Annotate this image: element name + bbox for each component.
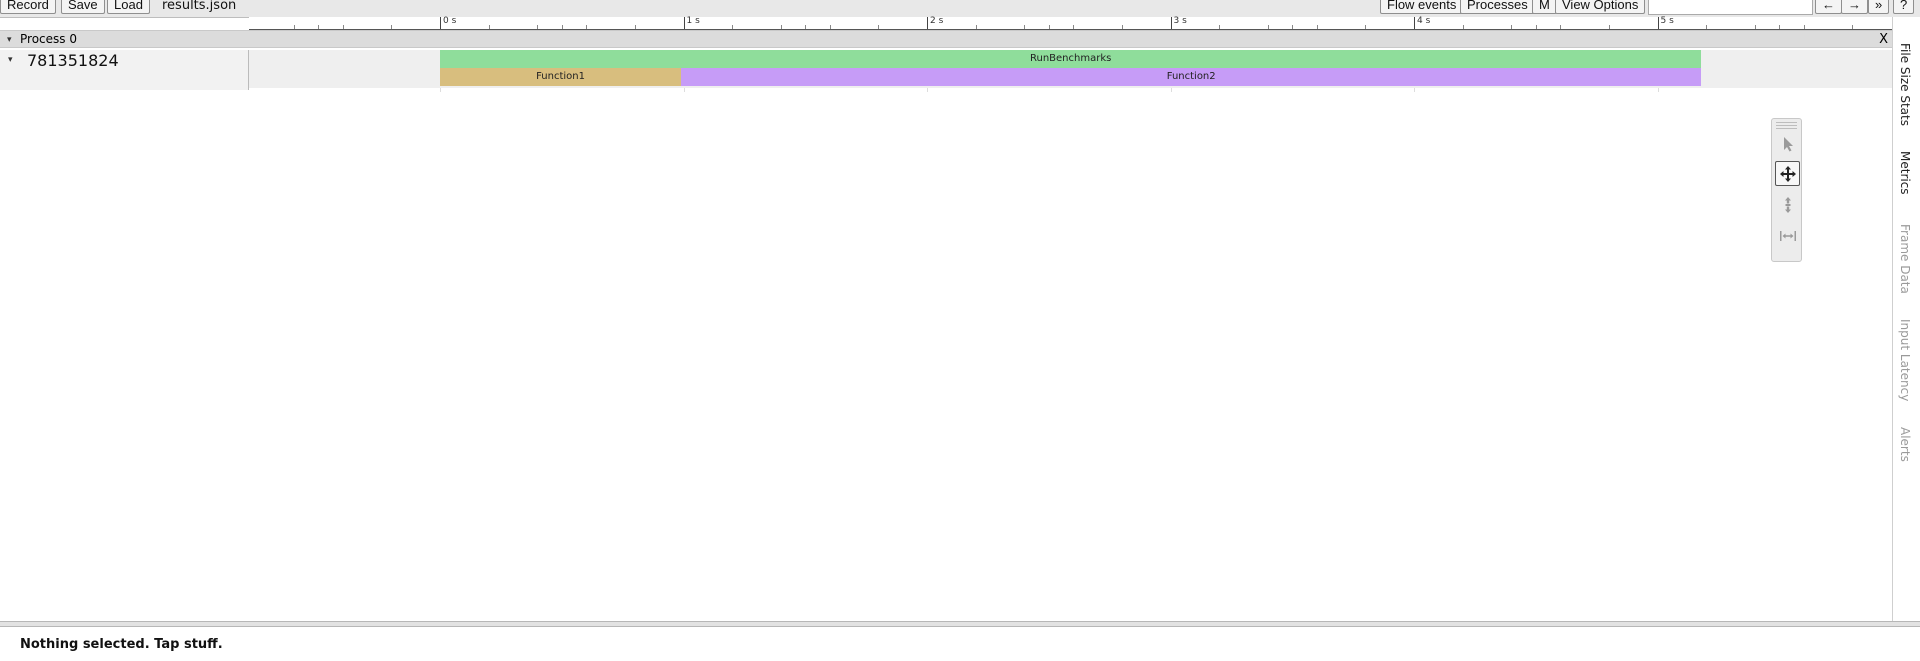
major-tick [1414,17,1415,29]
minor-tick [293,25,295,29]
minor-tick [1267,25,1269,29]
grid-line [683,88,685,92]
process-title: Process 0 [20,32,77,46]
minor-tick [975,25,977,29]
find-input[interactable] [1648,0,1813,15]
minor-tick [805,25,807,29]
minor-tick [342,25,344,29]
time-ruler[interactable]: 0 s 1 s 2 s 3 s 4 s 5 s [249,16,1892,30]
tab-frame-data[interactable]: Frame Data [1898,224,1912,294]
grid-line [927,88,928,92]
mouse-mode-selector [1771,118,1802,262]
grid-line [440,88,441,92]
ruler-tick-label: 1 s [686,16,700,26]
pan-mode-button[interactable] [1775,161,1800,186]
slice-function1[interactable]: Function1 [440,68,682,86]
minor-tick [1365,25,1367,29]
zoom-icon [1784,196,1791,213]
process-header[interactable]: ▾ Process 0 X [0,30,1892,48]
minor-tick [780,25,782,29]
minor-tick [634,25,636,29]
minor-tick [1292,25,1294,29]
minor-tick [1073,25,1075,29]
thread-label[interactable]: ▾ 781351824 [0,50,249,90]
processes-button[interactable]: Processes [1460,0,1535,14]
minor-tick [1219,25,1221,29]
tab-file-size-stats[interactable]: File Size Stats [1898,43,1912,126]
minor-tick [488,25,490,29]
tab-alerts[interactable]: Alerts [1898,427,1912,462]
find-previous-button[interactable]: ← [1815,0,1842,14]
slice-function2[interactable]: Function2 [681,68,1702,86]
minor-tick [1803,25,1805,29]
toolbar: Record Save Load results.json Flow event… [0,0,1920,18]
drag-handle[interactable] [1776,122,1797,130]
tab-metrics[interactable]: Metrics [1898,151,1912,195]
find-next-button[interactable]: → [1841,0,1868,14]
collapse-triangle-icon[interactable]: ▾ [8,55,13,65]
minor-tick [1754,25,1756,29]
save-button[interactable]: Save [61,0,105,14]
thread-id: 781351824 [27,51,119,70]
major-tick [440,17,441,29]
minor-tick [1535,25,1537,29]
flow-events-button[interactable]: Flow events [1380,0,1464,14]
minor-tick [391,25,393,29]
thread-slices-area[interactable]: RunBenchmarks Function1 Function2 [249,50,1892,88]
timing-icon [1779,230,1796,241]
minor-tick [1560,25,1562,29]
minor-tick [732,25,734,29]
view-options-button[interactable]: View Options [1555,0,1646,14]
minor-tick [1121,25,1123,29]
status-bar: Nothing selected. Tap stuff. [0,627,1920,661]
expand-toolbar-button[interactable]: » [1868,0,1890,14]
minor-tick [1048,25,1050,29]
minor-tick [1511,25,1513,29]
minor-tick [318,25,320,29]
major-tick [1170,17,1172,29]
grid-line [1657,88,1659,92]
minor-tick [1608,25,1610,29]
selection-status-text: Nothing selected. Tap stuff. [20,637,223,652]
minor-tick [586,25,588,29]
timing-mode-button[interactable] [1775,223,1800,248]
zoom-mode-button[interactable] [1775,192,1800,217]
thread-track: ▾ 781351824 RunBenchmarks Function1 Functi… [0,50,1892,90]
collapse-triangle-icon[interactable]: ▾ [7,32,12,48]
load-button[interactable]: Load [107,0,150,14]
minor-tick [561,25,563,29]
grid-line [1170,88,1172,92]
metadata-button[interactable]: M [1532,0,1557,14]
minor-tick [829,25,831,29]
selection-mode-button[interactable] [1775,131,1800,156]
minor-tick [537,25,539,29]
major-tick [683,17,685,29]
minor-tick [1779,25,1781,29]
side-panel-tabs: File Size Stats Metrics Frame Data Input… [1892,17,1920,623]
slice-runbenchmarks[interactable]: RunBenchmarks [440,50,1702,68]
help-button[interactable]: ? [1893,0,1915,14]
ruler-tick-label: 2 s [930,16,944,26]
ruler-tick-label: 5 s [1660,16,1674,26]
minor-tick [1462,25,1464,29]
tab-input-latency[interactable]: Input Latency [1898,319,1912,401]
minor-tick [1024,25,1026,29]
major-tick [1657,17,1659,29]
minor-tick [878,25,880,29]
pointer-icon [1783,136,1793,151]
major-tick [927,17,928,29]
record-button[interactable]: Record [0,0,56,14]
minor-tick [1706,25,1708,29]
trace-filename: results.json [162,0,237,13]
close-process-button[interactable]: X [1879,31,1888,48]
ruler-tick-label: 4 s [1417,16,1431,26]
pan-icon [1779,165,1796,182]
minor-tick [1852,25,1854,29]
minor-tick [1316,25,1318,29]
grid-line [1414,88,1415,92]
ruler-tick-label: 0 s [443,16,457,26]
ruler-tick-label: 3 s [1173,16,1187,26]
